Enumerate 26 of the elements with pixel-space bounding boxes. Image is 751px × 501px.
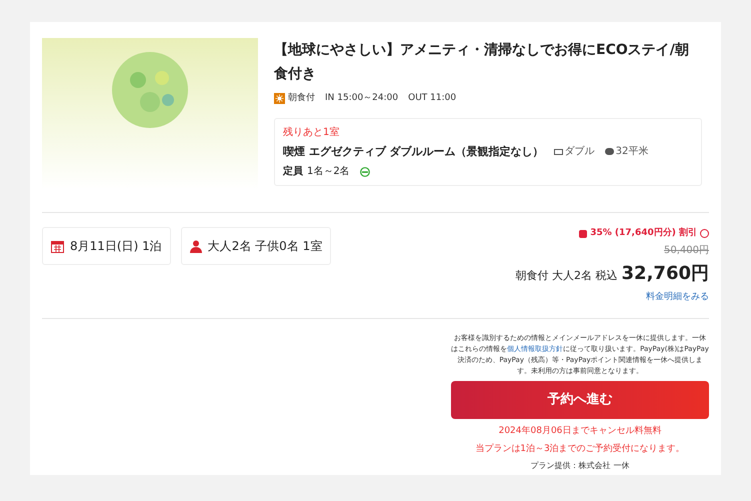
- checkin-time: IN 15:00～24:00: [325, 92, 398, 105]
- bed-type: ダブル: [564, 144, 595, 160]
- search-condition-button[interactable]: 8月11日(日) 1泊: [42, 227, 171, 265]
- cancellation-note: 2024年08月06日までキャンセル料無料: [498, 425, 662, 438]
- price-summary: 朝食付 大人2名 税込: [516, 268, 618, 284]
- price-details-link[interactable]: 料金明細をみる: [646, 290, 709, 304]
- plan-provider: プラン提供：株式会社 一休: [530, 460, 630, 472]
- meal-label: 朝食付: [288, 92, 315, 105]
- sun-icon: [274, 93, 285, 104]
- capacity-label: 定員: [283, 164, 303, 179]
- bed-icon: [554, 148, 563, 155]
- person-icon: [190, 240, 202, 252]
- checkout-time: OUT 11:00: [408, 92, 456, 105]
- plan-title: 【地球にやさしい】アメニティ・清掃なしでお得にECOステイ/朝食付き: [274, 41, 690, 84]
- room-name: 喫煙 エグゼクティブ ダブルルーム（景観指定なし）: [283, 144, 544, 160]
- rooms-remaining: 残りあと1室: [283, 126, 340, 140]
- discount-icon: [579, 230, 588, 238]
- total-price: 32,760円: [622, 262, 709, 286]
- original-price: 50,400円: [664, 244, 709, 258]
- room-size: 32平米: [616, 144, 648, 160]
- capacity-value: 1名～2名: [307, 165, 350, 179]
- reserve-button[interactable]: 予約へ進む: [451, 381, 709, 419]
- search-condition-button[interactable]: 大人2名 子供0名 1室: [180, 227, 332, 265]
- discount-text: 35% (17,640円分) 割引: [590, 227, 697, 240]
- calendar-icon: [51, 240, 64, 252]
- stay-length-note: 当プランは1泊～3泊までのご予約受付になります。: [475, 442, 685, 456]
